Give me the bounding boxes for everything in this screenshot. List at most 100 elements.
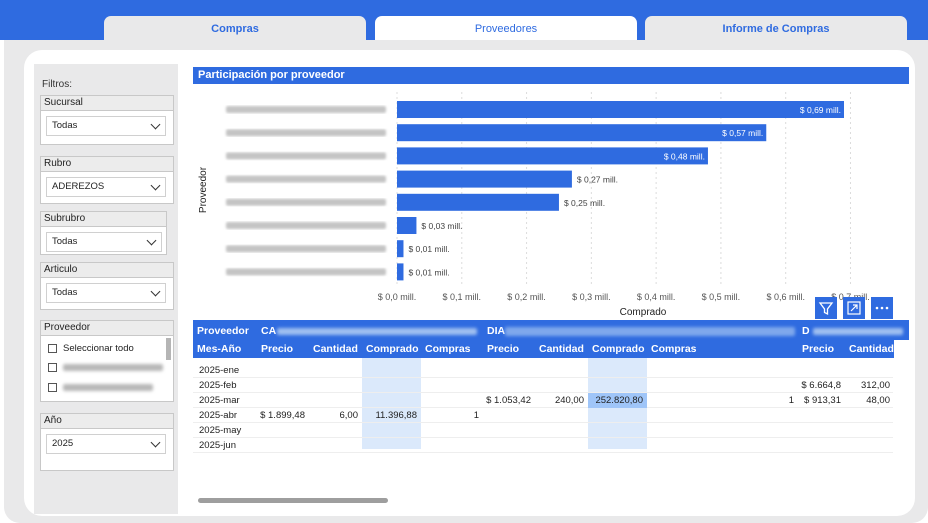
row-label[interactable]: 2025-mar <box>199 394 257 408</box>
sucursal-dropdown[interactable]: Todas <box>46 116 166 136</box>
tab-compras[interactable]: Compras <box>104 16 366 40</box>
slicer-title: Año <box>41 414 173 429</box>
row-divider <box>193 392 893 393</box>
bar[interactable] <box>397 170 572 188</box>
row-label[interactable]: 2025-may <box>199 424 257 438</box>
column-header-cantidad[interactable]: Cantidad <box>845 340 894 358</box>
table-cell[interactable]: 1 <box>647 394 798 408</box>
redacted-text <box>63 363 163 371</box>
x-tick-label: $ 0,2 mill. <box>507 292 546 302</box>
checkbox[interactable] <box>48 343 57 353</box>
table-cell[interactable]: 312,00 <box>845 379 894 393</box>
redacted-text <box>813 328 903 335</box>
bar[interactable] <box>397 217 417 234</box>
table-cell[interactable]: 1 <box>421 409 483 423</box>
table-cell[interactable]: $ 913,31 <box>798 394 845 408</box>
x-tick-label: $ 0,0 mill. <box>378 292 417 302</box>
x-tick-label: $ 0,4 mill. <box>637 292 676 302</box>
articulo-dropdown[interactable]: Todas <box>46 283 166 303</box>
focus-mode-icon[interactable] <box>843 297 865 319</box>
slicer-scrollbar[interactable] <box>166 338 171 360</box>
select-all-option[interactable]: Seleccionar todo <box>48 342 134 356</box>
bar[interactable] <box>397 240 404 258</box>
row-label[interactable]: 2025-ene <box>199 364 257 378</box>
data-label: $ 0,27 mill. <box>577 175 618 185</box>
redacted-category-label <box>226 198 386 206</box>
dropdown-value: Todas <box>52 120 78 131</box>
chevron-down-icon <box>146 235 157 246</box>
dropdown-value: Todas <box>52 287 78 298</box>
bar[interactable] <box>397 193 559 211</box>
anio-dropdown[interactable]: 2025 <box>46 434 166 454</box>
x-axis-title: Comprado <box>620 307 667 318</box>
column-header-compras[interactable]: Compras <box>647 340 798 358</box>
column-header-compras[interactable]: Compras <box>421 340 483 358</box>
x-tick-label: $ 0,5 mill. <box>702 292 741 302</box>
subrubro-dropdown[interactable]: Todas <box>46 232 162 252</box>
column-header-cantidad[interactable]: Cantidad <box>535 340 588 358</box>
column-header-comprado[interactable]: Comprado <box>588 340 647 358</box>
data-label: $ 0,01 mill. <box>408 244 449 254</box>
redacted-category-label <box>226 152 386 160</box>
rubro-dropdown[interactable]: ADEREZOS <box>46 177 166 197</box>
table-cell[interactable]: 6,00 <box>309 409 362 423</box>
proveedor-option[interactable] <box>48 361 163 375</box>
filters-title: Filtros: <box>42 79 72 90</box>
matrix-table[interactable]: Proveedor CA DIA D Mes-Año Precio Cantidad Comp… <box>193 320 909 509</box>
redacted-category-label <box>226 268 386 276</box>
row-divider <box>193 377 893 378</box>
more-options-icon[interactable] <box>871 297 893 319</box>
chevron-down-icon <box>150 437 161 448</box>
table-cell[interactable]: 11.396,88 <box>362 409 421 423</box>
redacted-text <box>277 328 477 335</box>
table-cell[interactable]: $ 1.053,42 <box>483 394 535 408</box>
chevron-down-icon <box>150 119 161 130</box>
data-label: $ 0,48 mill. <box>664 151 705 161</box>
chart-title: Participación por proveedor <box>193 67 909 84</box>
slicer-title: Subrubro <box>41 212 166 227</box>
column-header-precio[interactable]: Precio <box>798 340 845 358</box>
column-header-cantidad[interactable]: Cantidad <box>309 340 362 358</box>
proveedor-option[interactable] <box>48 381 153 395</box>
bar[interactable] <box>397 147 708 165</box>
column-header-precio[interactable]: Precio <box>257 340 309 358</box>
column-header-precio[interactable]: Precio <box>483 340 535 358</box>
redacted-category-label <box>226 175 386 183</box>
slicer-title: Proveedor <box>41 321 173 336</box>
slicer-subrubro: Subrubro Todas <box>40 211 167 255</box>
row-label[interactable]: 2025-feb <box>199 379 257 393</box>
table-cell[interactable]: 240,00 <box>535 394 588 408</box>
redacted-category-label <box>226 129 386 137</box>
x-tick-label: $ 0,1 mill. <box>443 292 482 302</box>
select-all-label: Seleccionar todo <box>63 343 134 354</box>
data-label: $ 0,69 mill. <box>800 105 841 115</box>
chevron-down-icon <box>150 180 161 191</box>
table-cell[interactable]: $ 6.664,8 <box>798 379 845 393</box>
bar[interactable] <box>397 101 844 118</box>
dropdown-value: 2025 <box>52 438 74 449</box>
table-cell[interactable]: 48,00 <box>845 394 894 408</box>
filter-icon[interactable] <box>815 297 837 319</box>
table-cell[interactable]: 252.820,80 <box>588 394 647 408</box>
x-tick-label: $ 0,6 mill. <box>766 292 805 302</box>
column-header-comprado[interactable]: Comprado <box>362 340 421 358</box>
slicer-articulo: Articulo Todas <box>40 262 174 310</box>
row-header: Proveedor <box>193 322 257 340</box>
data-label: $ 0,57 mill. <box>722 128 763 138</box>
bar-chart[interactable]: $ 0,0 mill. $ 0,1 mill. $ 0,2 mill. $ 0,3 m… <box>193 84 909 320</box>
row-label[interactable]: 2025-jun <box>199 439 257 453</box>
slicer-rubro: Rubro ADEREZOS <box>40 156 174 204</box>
checkbox[interactable] <box>48 382 57 392</box>
y-axis-title: Proveedor <box>198 166 209 213</box>
tab-proveedores[interactable]: Proveedores <box>375 16 637 40</box>
table-cell[interactable]: $ 1.899,48 <box>257 409 309 423</box>
checkbox[interactable] <box>48 362 57 372</box>
row-sub-header: Mes-Año <box>193 340 257 358</box>
comprado-column-band <box>362 358 421 449</box>
row-label[interactable]: 2025-abr <box>199 409 257 423</box>
tab-informe-de-compras[interactable]: Informe de Compras <box>645 16 907 40</box>
horizontal-scrollbar[interactable] <box>198 498 388 503</box>
bar[interactable] <box>397 263 404 281</box>
row-divider <box>193 437 893 438</box>
bar[interactable] <box>397 124 767 142</box>
